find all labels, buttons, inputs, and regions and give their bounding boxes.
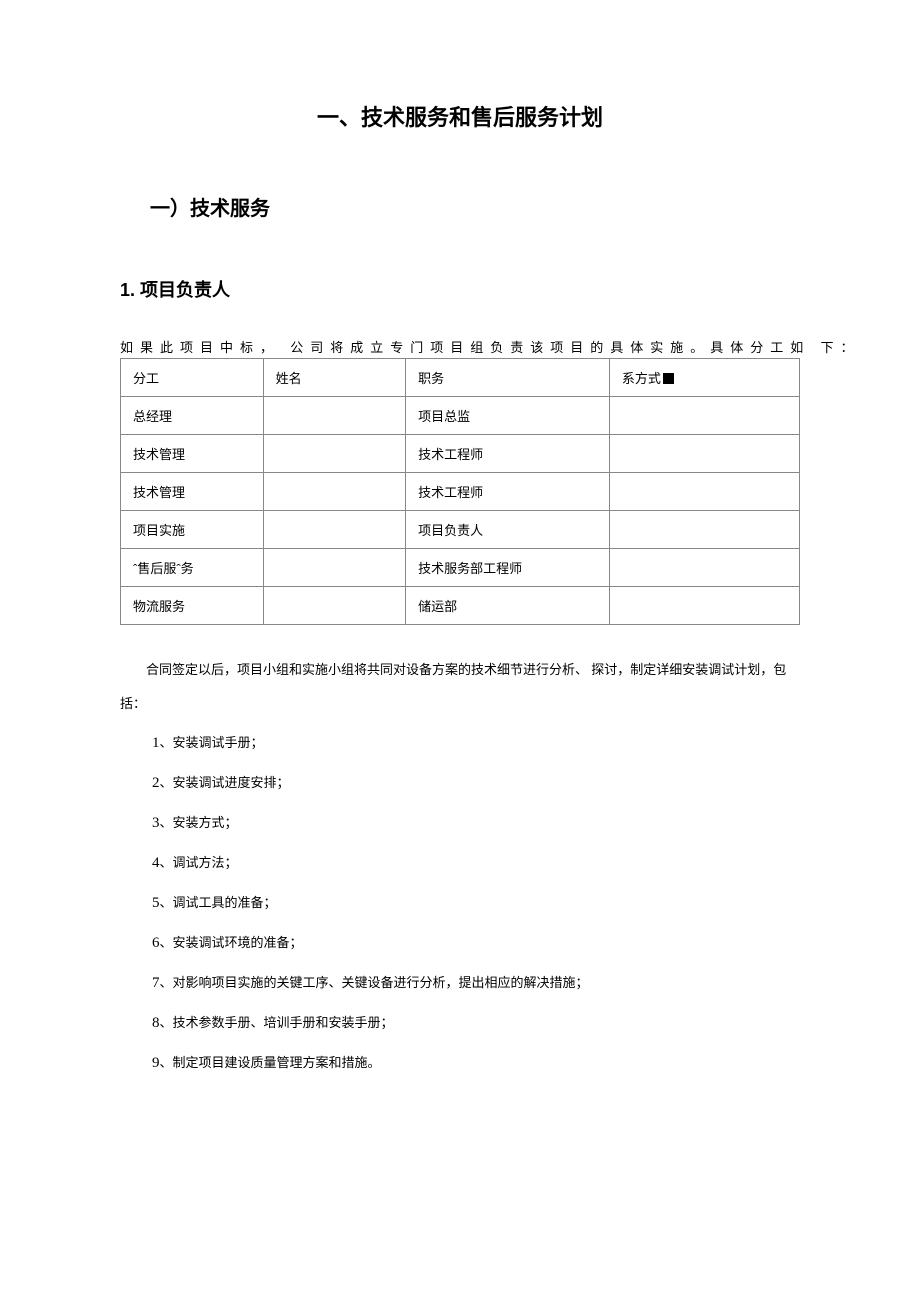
item-list: 1、安装调试手册； 2、安装调试进度安排； 3、安装方式； 4、调试方法； 5、调试工具… [120,731,800,1075]
list-text: 安装方式； [173,815,238,830]
page-title: 一、技术服务和售后服务计划 [120,100,800,132]
header-title: 职务 [406,359,610,397]
table-cell-role: 技术管理 [121,473,264,511]
list-text: 调试工具的准备； [173,895,277,910]
list-item: 5、调试工具的准备； [152,891,800,915]
list-text: 技术参数手册、培训手册和安装手册； [173,1015,394,1030]
list-number: 2 [152,775,160,791]
list-number: 3 [152,815,160,831]
header-role: 分工 [121,359,264,397]
table-cell-role: ˆ售后服ˆ务 [121,549,264,587]
list-text: 安装调试环境的准备； [173,935,303,950]
table-cell-name [263,587,406,625]
table-row: 项目实施 项目负责人 [121,511,800,549]
header-name: 姓名 [263,359,406,397]
table-row: 物流服务 储运部 [121,587,800,625]
table-row: 技术管理 技术工程师 [121,435,800,473]
table-cell-contact [609,587,799,625]
list-item: 6、安装调试环境的准备； [152,931,800,955]
list-text: 制定项目建设质量管理方案和措施。 [173,1055,381,1070]
table-cell-contact [609,549,799,587]
redact-icon [663,373,674,384]
table-cell-title: 项目负责人 [406,511,610,549]
list-item: 2、安装调试进度安排； [152,771,800,795]
table-row: 总经理 项目总监 [121,397,800,435]
list-item: 1、安装调试手册； [152,731,800,755]
table-cell-name [263,511,406,549]
table-cell-contact [609,511,799,549]
list-text: 安装调试手册； [173,735,264,750]
table-cell-name [263,435,406,473]
table-cell-role: 项目实施 [121,511,264,549]
list-number: 7 [152,975,160,991]
table-row: 技术管理 技术工程师 [121,473,800,511]
intro-text: 如果此项目中标， 公司将成立专门项目组负责该项目的具体实施。具体分工如 下： [120,337,800,356]
list-item: 9、制定项目建设质量管理方案和措施。 [152,1051,800,1075]
table-cell-contact [609,397,799,435]
table-cell-contact [609,435,799,473]
list-number: 4 [152,855,160,871]
paragraph: 合同签定以后，项目小组和实施小组将共同对设备方案的技术细节进行分析、 探讨，制定… [120,653,800,721]
table-cell-role: 物流服务 [121,587,264,625]
sub-heading: 1. 项目负责人 [120,276,800,302]
list-text: 安装调试进度安排； [173,775,290,790]
table-row: ˆ售后服ˆ务 技术服务部工程师 [121,549,800,587]
table-cell-name [263,549,406,587]
table-cell-role: 技术管理 [121,435,264,473]
table-cell-title: 技术工程师 [406,435,610,473]
table-cell-role: 总经理 [121,397,264,435]
table-cell-title: 储运部 [406,587,610,625]
table-cell-contact [609,473,799,511]
list-item: 8、技术参数手册、培训手册和安装手册； [152,1011,800,1035]
table-header-row: 分工 姓名 职务 系方式 [121,359,800,397]
list-number: 9 [152,1055,160,1071]
table-cell-title: 技术服务部工程师 [406,549,610,587]
list-text: 调试方法； [173,855,238,870]
list-number: 8 [152,1015,160,1031]
list-text: 对影响项目实施的关键工序、关键设备进行分析，提出相应的解决措施； [173,975,589,990]
table-cell-title: 项目总监 [406,397,610,435]
section-heading: 一）技术服务 [150,192,800,221]
list-number: 1 [152,735,160,751]
header-contact: 系方式 [609,359,799,397]
table-cell-name [263,473,406,511]
list-item: 3、安装方式； [152,811,800,835]
list-item: 4、调试方法； [152,851,800,875]
table-cell-name [263,397,406,435]
list-number: 6 [152,935,160,951]
list-item: 7、对影响项目实施的关键工序、关键设备进行分析，提出相应的解决措施； [152,971,800,995]
table-cell-title: 技术工程师 [406,473,610,511]
list-number: 5 [152,895,160,911]
assignment-table: 分工 姓名 职务 系方式 总经理项目总监技术管理技术工程师技术管理技术工程师项目… [120,358,800,625]
